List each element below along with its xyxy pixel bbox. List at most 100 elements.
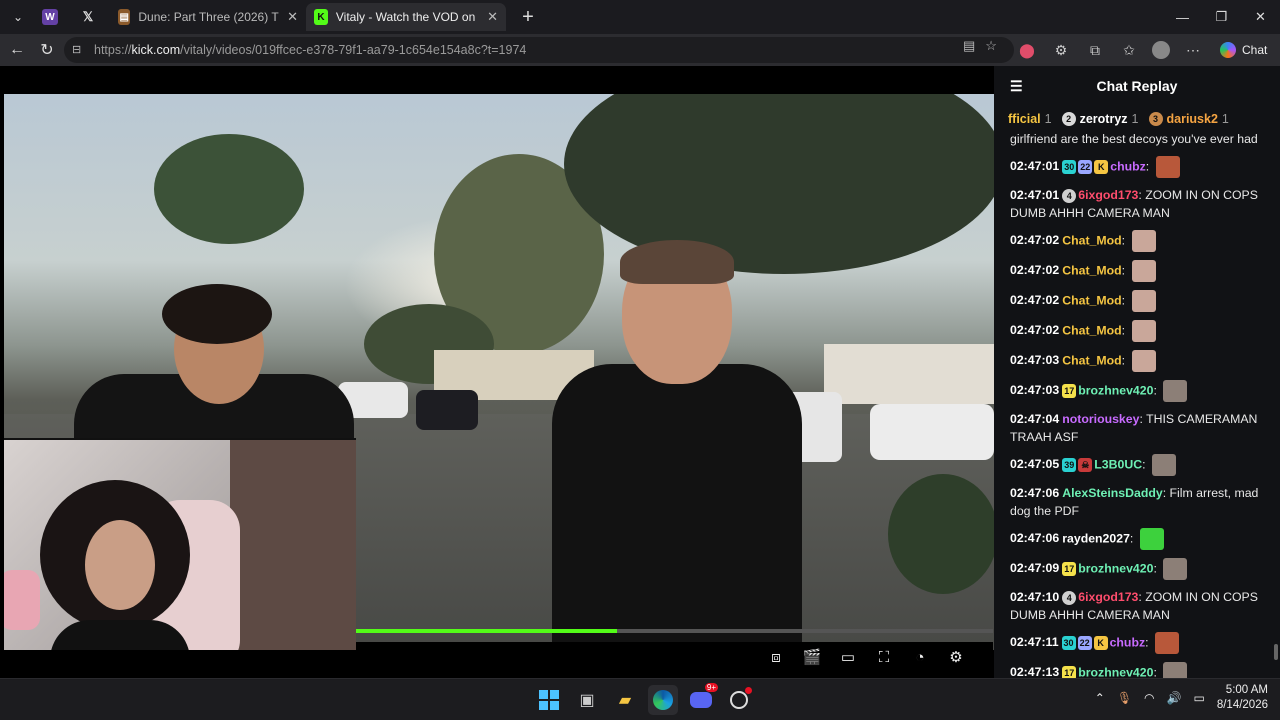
fullscreen-icon[interactable]: ⛶ (873, 646, 895, 668)
windows-taskbar: ▣ ▰ 9+ ⌃ 🎙 ◠ 🔊 ▭ 5:00 AM 8/14/2026 (0, 678, 1280, 720)
profile-avatar[interactable] (1152, 41, 1170, 59)
message-timestamp: 02:47:05 (1010, 457, 1060, 472)
task-view-button[interactable]: ▣ (572, 685, 602, 715)
chat-message: 02:47:04 notoriouskey: THIS CAMERAMAN TRA… (994, 410, 1280, 446)
message-separator: : (1145, 159, 1153, 174)
new-tab-button[interactable]: + (514, 4, 542, 30)
message-username[interactable]: brozhnev420 (1078, 383, 1153, 397)
playback-speed-icon[interactable]: ◔ (909, 646, 931, 668)
chevron-up-icon[interactable]: ⌃ (1095, 691, 1105, 705)
rank-badge: 2 (1061, 112, 1076, 126)
volume-icon[interactable]: 🔊 (1167, 691, 1182, 705)
user-badge: K (1094, 160, 1109, 174)
close-tab-icon[interactable]: ✕ (487, 9, 498, 25)
emote-image (1163, 662, 1188, 678)
favorites-icon[interactable]: ✩ (1118, 39, 1140, 61)
tab-x[interactable]: 𝕏 (72, 3, 110, 31)
url-field[interactable]: ⊟ https://kick.com/vitaly/videos/019ffce… (64, 37, 1014, 63)
message-username[interactable]: Chat_Mod (1062, 353, 1121, 367)
emote-image (1151, 454, 1176, 476)
wifi-icon[interactable]: ◠ (1144, 691, 1154, 705)
message-separator: : (1162, 486, 1170, 500)
message-username[interactable]: Chat_Mod (1062, 263, 1121, 277)
more-options-icon[interactable]: ⋯ (1182, 39, 1204, 61)
message-username[interactable]: notoriouskey (1062, 412, 1139, 426)
split-screen-icon[interactable]: ⧉ (1084, 39, 1106, 61)
chat-message: 02:47:01 30 22 Kchubz: (994, 156, 1280, 178)
message-username[interactable]: Chat_Mod (1062, 233, 1121, 247)
discord-button[interactable]: 9+ (686, 683, 718, 715)
message-username[interactable]: brozhnev420 (1078, 665, 1153, 678)
collapse-chat-icon[interactable]: ☰ (1010, 78, 1023, 95)
tab-dune-tickets[interactable]: ▤ Dune: Part Three (2026) Tickets & ✕ (110, 3, 306, 31)
chat-scrollbar[interactable] (1274, 644, 1278, 660)
extension-badge-icon[interactable]: ⬤ (1016, 39, 1038, 61)
person-in-black-shirt (552, 240, 802, 650)
message-username[interactable]: Chat_Mod (1062, 323, 1121, 337)
message-separator: : (1142, 457, 1149, 472)
refresh-button[interactable]: ↻ (32, 35, 62, 65)
microphone-icon[interactable]: 🎙 (1117, 691, 1132, 705)
message-username[interactable]: rayden2027 (1062, 531, 1130, 545)
video-progress-bar[interactable] (356, 629, 993, 633)
message-username[interactable]: AlexSteinsDaddy (1062, 486, 1162, 500)
leaderboard-entry[interactable]: 3 dariusk2 1 (1148, 112, 1229, 126)
chat-message: 02:47:10 4 6ixgod173: ZOOM IN ON COPS DUMB… (994, 588, 1280, 624)
page-content: ⧈ 🎬 ▭ ⛶ ◔ ⚙ ☰ Chat Replay fficial 1 2 zerot… (0, 66, 1280, 678)
message-username[interactable]: chubz (1110, 635, 1146, 649)
message-separator: : (1153, 561, 1161, 576)
user-badge: 30 (1062, 160, 1077, 174)
message-timestamp: 02:47:09 (1010, 561, 1060, 576)
leaderboard-entry[interactable]: fficial 1 (1008, 112, 1052, 126)
tab-actions-menu[interactable]: ⌄ (2, 4, 34, 30)
plus-icon: + (522, 5, 534, 28)
video-player[interactable] (4, 94, 994, 650)
webcam-overlay (4, 438, 356, 650)
reader-mode-icon[interactable]: ▤ (963, 38, 975, 54)
edge-icon (653, 690, 673, 710)
chat-messages: girlfriend are the best decoys you've ev… (994, 132, 1280, 678)
theater-mode-icon[interactable]: ▭ (837, 646, 859, 668)
message-separator: : (1145, 635, 1152, 650)
clock[interactable]: 5:00 AM 8/14/2026 (1217, 683, 1268, 713)
extensions-icon[interactable]: ⚙ (1050, 39, 1072, 61)
alert-dot (745, 687, 752, 694)
kick-icon: K (314, 9, 328, 25)
file-explorer-button[interactable]: ▰ (610, 685, 640, 715)
steam-button[interactable] (724, 685, 754, 715)
edge-button[interactable] (648, 685, 678, 715)
close-tab-icon[interactable]: ✕ (287, 9, 298, 25)
chat-panel: ☰ Chat Replay fficial 1 2 zerotryz 1 3 dariusk… (994, 66, 1280, 678)
copilot-chat-button[interactable]: Chat (1216, 42, 1271, 58)
app-icon (730, 691, 748, 709)
chat-message: 02:47:03 17 brozhnev420: (994, 380, 1280, 402)
message-timestamp: 02:47:06 (1010, 531, 1060, 546)
message-username[interactable]: L3B0UC (1094, 457, 1142, 471)
message-separator: : (1121, 353, 1129, 368)
toolbar-extensions: ⬤ ⚙ ⧉ ✩ ⋯ Chat ⌄ (1016, 37, 1280, 63)
leaderboard-count: 1 (1221, 112, 1229, 126)
message-username[interactable]: Chat_Mod (1062, 293, 1121, 307)
tab-kick-vod[interactable]: K Vitaly - Watch the VOD on Kick ✕ (306, 3, 506, 31)
tab-purple[interactable]: W (34, 3, 72, 31)
minimize-icon[interactable]: — (1163, 0, 1202, 34)
message-separator: : (1121, 293, 1129, 308)
chevron-down-icon: ⌄ (12, 10, 24, 24)
close-window-icon[interactable]: ✕ (1241, 0, 1280, 34)
miniplayer-icon[interactable]: ⧈ (765, 646, 787, 668)
leaderboard-entry[interactable]: 2 zerotryz 1 (1061, 112, 1139, 126)
message-username[interactable]: chubz (1110, 159, 1146, 173)
clip-icon[interactable]: 🎬 (801, 646, 823, 668)
settings-icon[interactable]: ⚙ (945, 646, 967, 668)
emote-image (1131, 320, 1156, 342)
favorite-star-icon[interactable]: ☆ (985, 38, 997, 54)
message-username[interactable]: brozhnev420 (1078, 561, 1153, 575)
message-separator: : (1121, 233, 1129, 248)
message-username[interactable]: 6ixgod173 (1078, 188, 1138, 202)
restore-icon[interactable]: ❐ (1202, 0, 1241, 34)
back-button[interactable]: ← (2, 35, 32, 65)
battery-icon[interactable]: ▭ (1193, 691, 1204, 705)
start-button[interactable] (534, 685, 564, 715)
message-username[interactable]: 6ixgod173 (1078, 590, 1138, 604)
site-info-icon[interactable]: ⊟ (72, 43, 86, 57)
